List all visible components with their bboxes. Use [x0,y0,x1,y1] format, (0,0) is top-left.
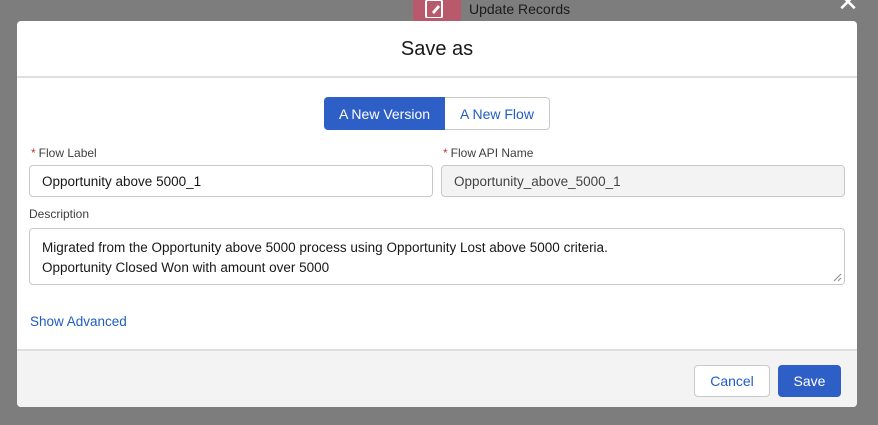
modal-header: Save as [17,21,857,78]
description-label: Description [29,207,90,221]
flow-api-name-text: Flow API Name [450,146,534,160]
show-advanced-link[interactable]: Show Advanced [30,314,127,329]
save-as-modal: Save as A New Version A New Flow * Flow L… [17,21,857,407]
flow-label-text: Flow Label [38,146,97,160]
clipboard-pencil-icon [425,0,443,18]
update-records-label: Update Records [469,1,571,17]
flow-api-name-label: * Flow API Name [443,146,533,160]
new-version-button[interactable]: A New Version [324,97,445,130]
required-indicator: * [443,146,448,160]
resize-grip-icon[interactable] [833,273,842,282]
save-button[interactable]: Save [778,365,841,397]
description-line: Opportunity Closed Won with amount over … [42,260,330,275]
modal-title: Save as [400,37,474,60]
flow-label-label: * Flow Label [31,146,97,160]
cancel-button[interactable]: Cancel [694,365,770,397]
description-line: Migrated from the Opportunity above 5000… [42,240,608,255]
save-type-toggle: A New Version A New Flow [324,97,550,130]
flow-label-input[interactable]: Opportunity above 5000_1 [29,165,433,197]
new-flow-button[interactable]: A New Flow [445,97,550,130]
flow-api-name-input: Opportunity_above_5000_1 [441,165,845,197]
modal-body: A New Version A New Flow * Flow Label Opp… [17,78,857,349]
close-icon[interactable]: ✕ [836,0,860,15]
description-textarea[interactable]: Migrated from the Opportunity above 5000… [29,228,845,285]
modal-footer: Cancel Save [17,349,857,407]
required-indicator: * [31,146,36,160]
